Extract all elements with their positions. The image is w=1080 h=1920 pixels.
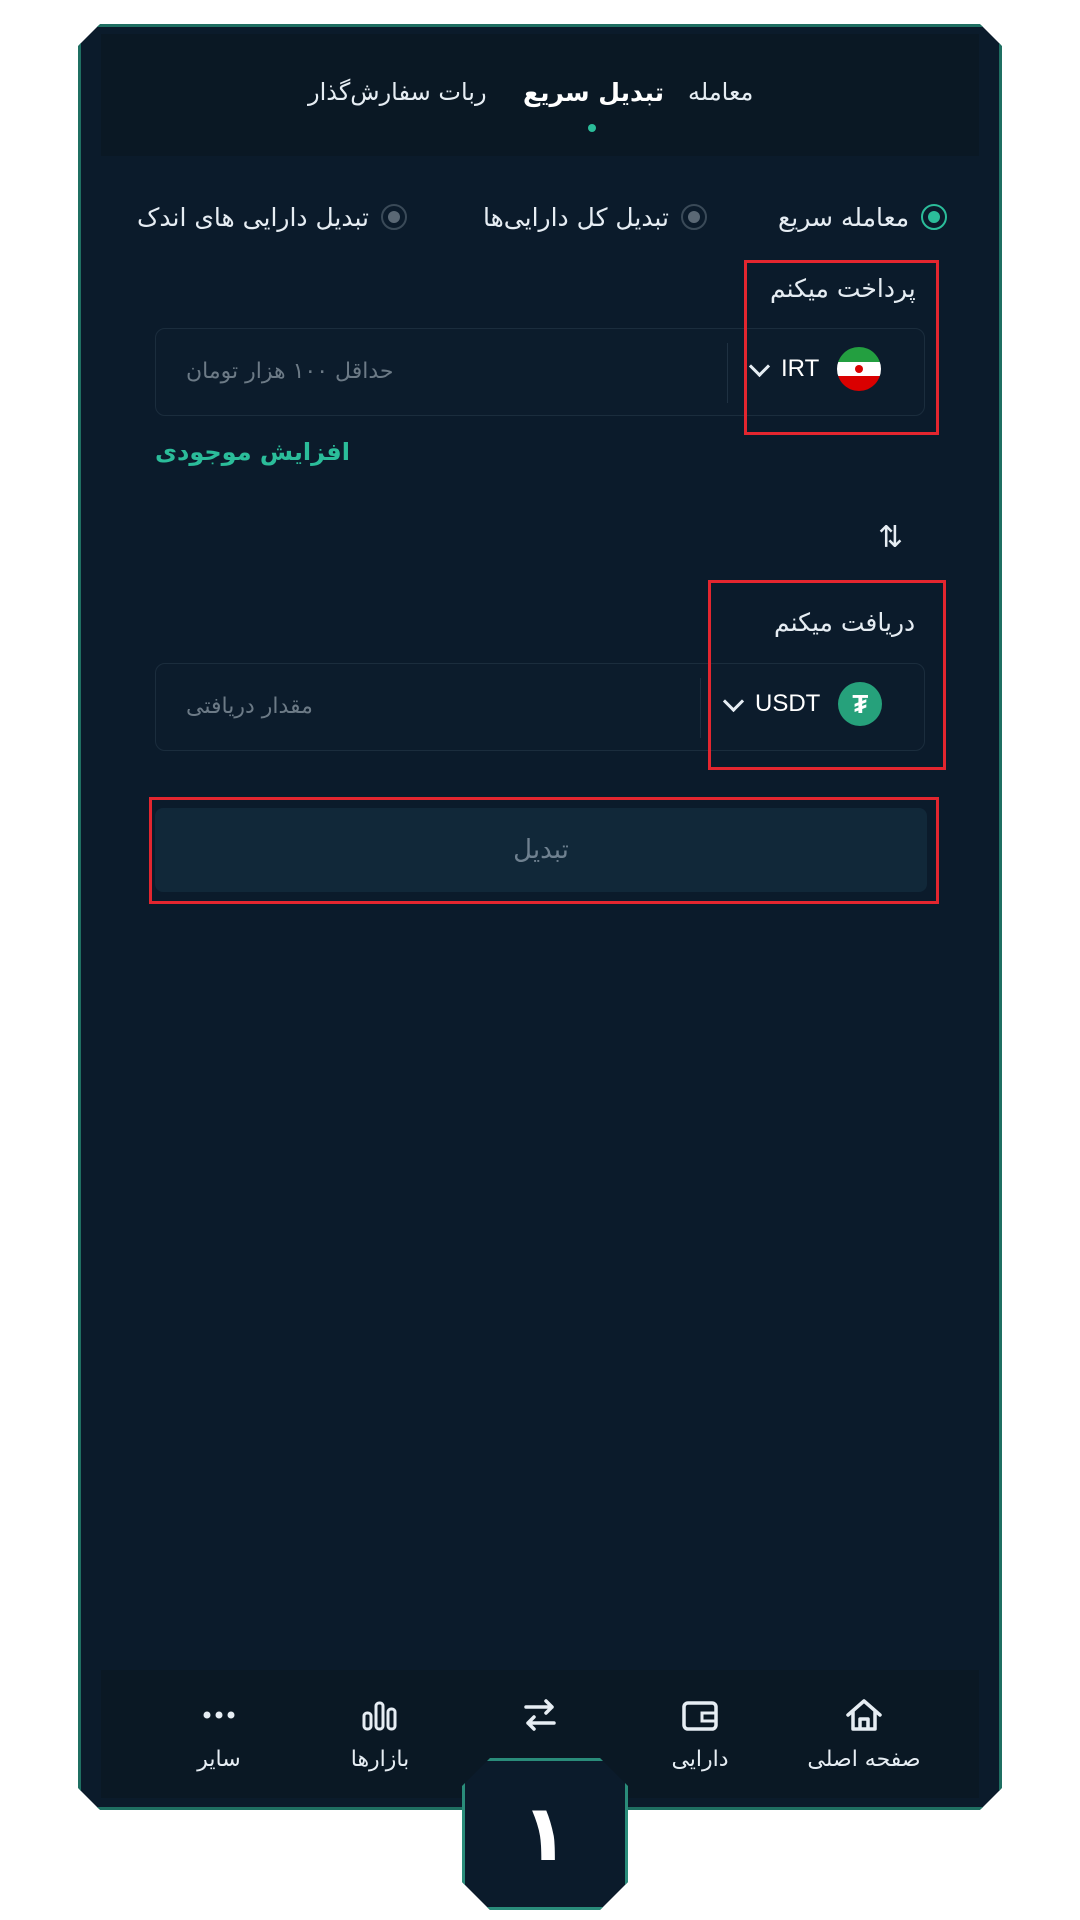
highlight-box-receive [708, 580, 946, 770]
nav-label: صفحه اصلی [807, 1747, 921, 1772]
more-dots-icon [203, 1711, 235, 1719]
home-icon [846, 1699, 882, 1731]
tab-order-bot[interactable]: ربات سفارش‌گذار [308, 78, 487, 106]
option-label: معامله سریع [778, 202, 910, 232]
option-quick-trade[interactable]: معامله سریع [778, 197, 948, 237]
option-label: تبدیل دارایی های اندک [137, 202, 370, 232]
radio-selected-icon[interactable] [921, 204, 948, 230]
option-convert-all[interactable]: تبدیل کل دارایی‌ها [483, 197, 707, 237]
nav-other[interactable]: سایر [144, 1693, 294, 1772]
pay-amount-input[interactable]: حداقل ۱۰۰ هزار تومان [186, 359, 394, 384]
nav-markets[interactable]: بازارها [305, 1693, 455, 1772]
highlight-box-convert [149, 797, 939, 904]
wallet-icon [682, 1701, 718, 1731]
step-number-badge: ۱ [462, 1758, 628, 1910]
convert-arrows-icon [524, 1699, 556, 1731]
option-convert-small[interactable]: تبدیل دارایی های اندک [137, 197, 408, 237]
radio-icon[interactable] [381, 204, 408, 230]
nav-convert[interactable] [465, 1693, 615, 1737]
nav-home[interactable]: صفحه اصلی [789, 1693, 939, 1772]
tab-trade[interactable]: معامله [688, 78, 753, 106]
highlight-box-pay [744, 260, 939, 435]
nav-label: دارایی [671, 1747, 729, 1772]
option-label: تبدیل کل دارایی‌ها [483, 202, 669, 232]
swap-arrows-icon[interactable]: ⇅ [878, 520, 903, 555]
radio-icon[interactable] [680, 204, 707, 230]
bar-chart-icon [362, 1701, 397, 1731]
receive-amount-input[interactable]: مقدار دریافتی [186, 694, 313, 719]
tab-quick-convert[interactable]: تبدیل سریع [523, 78, 664, 107]
increase-balance-link[interactable]: افزایش موجودی [155, 438, 350, 466]
nav-label: سایر [197, 1747, 241, 1772]
nav-label: بازارها [350, 1747, 410, 1772]
active-tab-indicator [588, 124, 596, 132]
nav-assets[interactable]: دارایی [625, 1693, 775, 1772]
